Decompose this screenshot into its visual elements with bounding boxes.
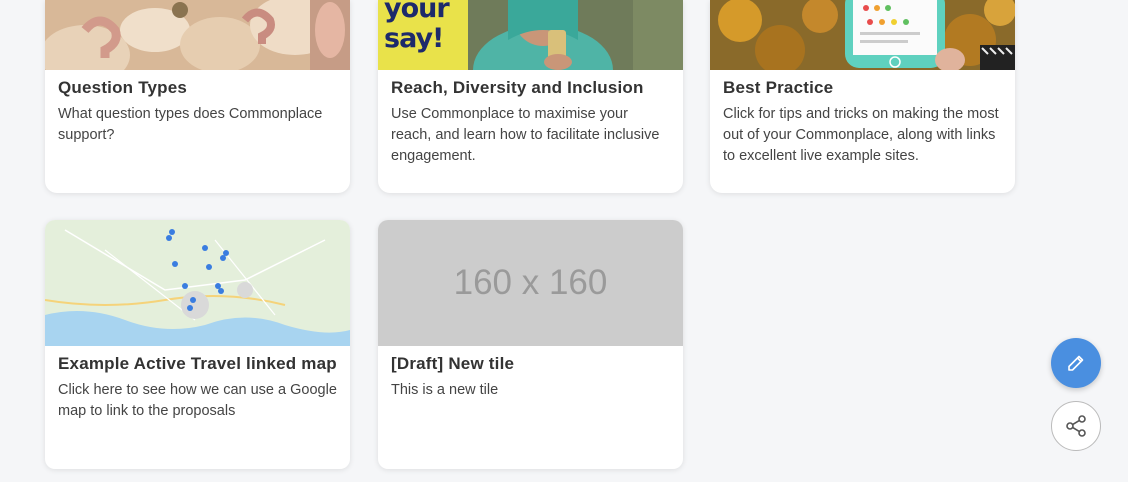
tile-title: Reach, Diversity and Inclusion xyxy=(391,78,644,97)
tile-title: Question Types xyxy=(58,78,188,97)
tile-body: Best Practice Click for tips and tricks … xyxy=(710,70,1015,177)
tile-body: Question Types What question types does … xyxy=(45,70,350,156)
tile-body: [Draft] New tile This is a new tile xyxy=(378,346,683,411)
your-say-overlay-text: your say! xyxy=(384,0,450,54)
tile-description: Click here to see how we can use a Googl… xyxy=(58,382,337,419)
google-map-thumbnail xyxy=(45,220,350,346)
tile-description: Click for tips and tricks on making the … xyxy=(723,106,999,164)
tile-description: Use Commonplace to maximise your reach, … xyxy=(391,106,660,164)
edit-button[interactable] xyxy=(1051,338,1101,388)
tile-description: This is a new tile xyxy=(391,382,499,398)
tile-best-practice[interactable]: Best Practice Click for tips and tricks … xyxy=(710,0,1015,193)
tile-body: Reach, Diversity and Inclusion Use Commo… xyxy=(378,70,683,177)
tile-draft-new[interactable]: 160 x 160 [Draft] New tile This is a new… xyxy=(378,220,683,469)
phone-autumn-photo xyxy=(710,0,1015,70)
tile-question-types[interactable]: Question Types What question types does … xyxy=(45,0,350,193)
tile-image xyxy=(45,0,350,70)
tile-body: Example Active Travel linked map Click h… xyxy=(45,346,350,432)
placeholder-size-label: 160 x 160 xyxy=(453,263,608,302)
tile-image xyxy=(710,0,1015,70)
tile-active-travel-map[interactable]: Example Active Travel linked map Click h… xyxy=(45,220,350,469)
share-icon xyxy=(1066,415,1086,437)
tile-image: your say! xyxy=(378,0,683,70)
tile-reach-diversity-inclusion[interactable]: your say! Reach, Diversity and Inclusion… xyxy=(378,0,683,193)
question-marks-image xyxy=(45,0,350,70)
tile-description: What question types does Commonplace sup… xyxy=(58,106,323,143)
tile-placeholder-image: 160 x 160 xyxy=(378,220,683,346)
tile-title: Best Practice xyxy=(723,78,834,97)
tile-title: [Draft] New tile xyxy=(391,354,515,373)
tile-image xyxy=(45,220,350,346)
share-button[interactable] xyxy=(1051,401,1101,451)
tile-title: Example Active Travel linked map xyxy=(58,354,337,373)
pencil-icon xyxy=(1068,355,1084,371)
